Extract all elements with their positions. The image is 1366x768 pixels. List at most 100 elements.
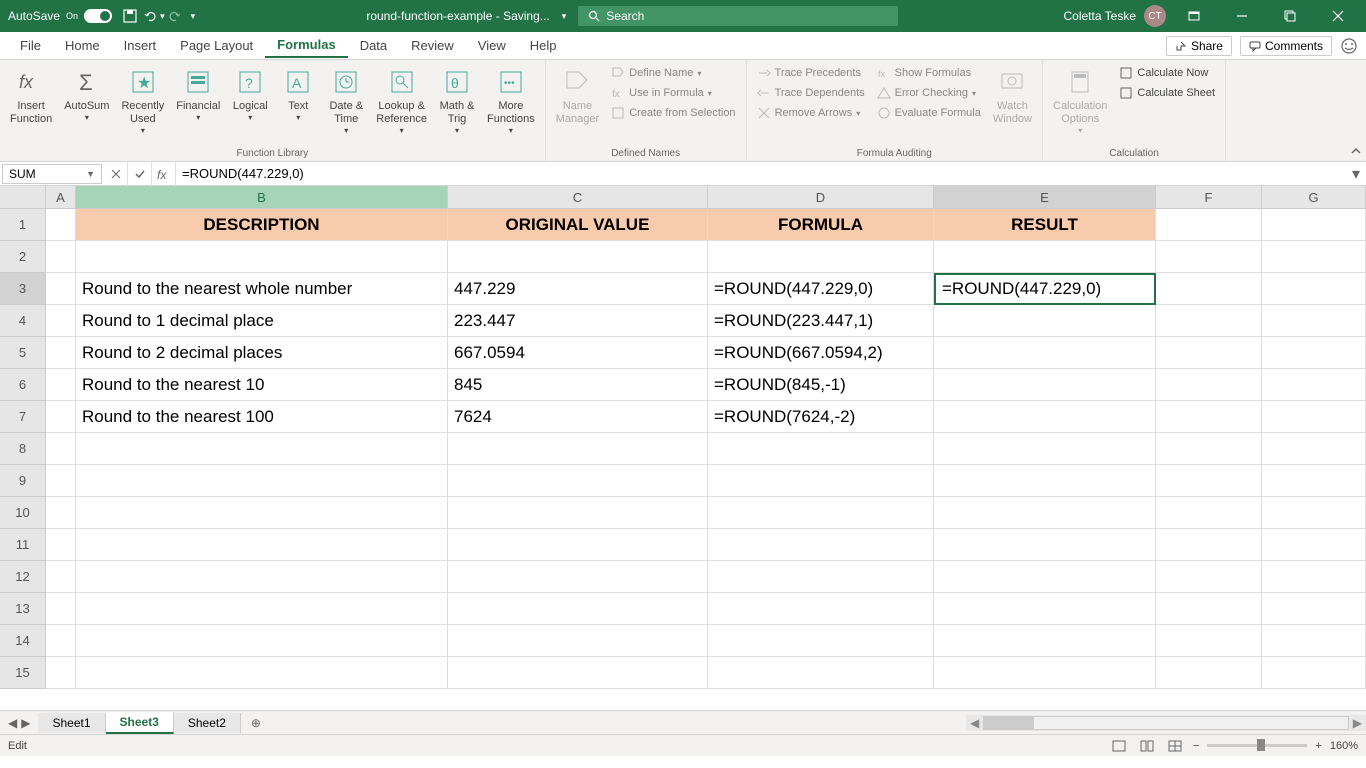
cell[interactable] [934, 337, 1156, 369]
cell[interactable] [46, 337, 76, 369]
tab-page-layout[interactable]: Page Layout [168, 34, 265, 57]
insert-function-fx-button[interactable]: fx [152, 162, 176, 186]
cell[interactable]: RESULT [934, 209, 1156, 241]
cell[interactable] [934, 497, 1156, 529]
tab-insert[interactable]: Insert [112, 34, 169, 57]
cell[interactable] [934, 593, 1156, 625]
sheet-tab-1[interactable]: Sheet1 [38, 713, 105, 733]
cell[interactable] [46, 625, 76, 657]
cell[interactable]: 223.447 [448, 305, 708, 337]
cell[interactable] [1156, 209, 1262, 241]
zoom-out-button[interactable]: − [1193, 740, 1199, 752]
cell[interactable] [1262, 369, 1366, 401]
cell[interactable]: Round to the nearest whole number [76, 273, 448, 305]
cell[interactable] [1156, 625, 1262, 657]
cell[interactable] [1156, 273, 1262, 305]
cell[interactable]: =ROUND(7624,-2) [708, 401, 934, 433]
sheet-nav[interactable]: ◀▶ [0, 716, 38, 730]
cell[interactable] [1156, 529, 1262, 561]
cell[interactable] [448, 561, 708, 593]
cancel-formula-button[interactable] [104, 162, 128, 186]
cell[interactable]: =ROUND(223.447,1) [708, 305, 934, 337]
col-header-D[interactable]: D [708, 186, 934, 208]
row-header[interactable]: 1 [0, 209, 46, 241]
undo-icon[interactable] [142, 8, 158, 24]
search-box[interactable]: Search [578, 6, 898, 26]
cell[interactable] [76, 529, 448, 561]
chevron-down-icon[interactable]: ▼ [86, 169, 95, 179]
cell[interactable] [708, 465, 934, 497]
minimize-button[interactable] [1222, 0, 1262, 32]
row-header[interactable]: 4 [0, 305, 46, 337]
comments-button[interactable]: Comments [1240, 36, 1332, 56]
cell[interactable] [1262, 625, 1366, 657]
cell[interactable] [46, 593, 76, 625]
cell[interactable] [934, 241, 1156, 273]
col-header-B[interactable]: B [76, 186, 448, 208]
insert-function-button[interactable]: fxInsert Function [6, 64, 56, 138]
expand-formula-bar-icon[interactable]: ▾ [1346, 164, 1366, 184]
col-header-A[interactable]: A [46, 186, 76, 208]
col-header-F[interactable]: F [1156, 186, 1262, 208]
select-all-corner[interactable] [0, 186, 46, 208]
cell[interactable] [46, 241, 76, 273]
cell[interactable] [1262, 209, 1366, 241]
text-button[interactable]: AText▾ [276, 64, 320, 138]
cell[interactable] [708, 241, 934, 273]
horizontal-scrollbar[interactable]: ◀▶ [966, 715, 1366, 731]
calculate-now-button[interactable]: Calculate Now [1115, 64, 1219, 82]
cell[interactable] [934, 625, 1156, 657]
cell[interactable] [46, 561, 76, 593]
cell[interactable] [1156, 465, 1262, 497]
cell[interactable] [46, 369, 76, 401]
enter-formula-button[interactable] [128, 162, 152, 186]
page-layout-view-icon[interactable] [1137, 738, 1157, 754]
formula-input[interactable] [176, 164, 1346, 184]
cell[interactable] [1156, 369, 1262, 401]
tab-file[interactable]: File [8, 34, 53, 57]
autosave-toggle[interactable]: AutoSave On [0, 9, 120, 23]
tab-data[interactable]: Data [348, 34, 399, 57]
page-break-view-icon[interactable] [1165, 738, 1185, 754]
row-header[interactable]: 2 [0, 241, 46, 273]
collapse-ribbon-icon[interactable] [1346, 141, 1366, 161]
cell[interactable] [1262, 401, 1366, 433]
cell[interactable] [448, 497, 708, 529]
cell[interactable] [1156, 305, 1262, 337]
sheet-next-icon[interactable]: ▶ [21, 716, 30, 730]
cell[interactable]: Round to 2 decimal places [76, 337, 448, 369]
cell[interactable] [1156, 593, 1262, 625]
cell[interactable] [934, 433, 1156, 465]
cell[interactable] [46, 273, 76, 305]
cell[interactable] [1262, 497, 1366, 529]
row-header[interactable]: 13 [0, 593, 46, 625]
cell[interactable] [934, 465, 1156, 497]
row-header[interactable]: 11 [0, 529, 46, 561]
share-button[interactable]: Share [1166, 36, 1232, 56]
cell[interactable]: Round to the nearest 10 [76, 369, 448, 401]
cell[interactable] [448, 625, 708, 657]
zoom-in-button[interactable]: + [1315, 740, 1321, 752]
cell[interactable]: =ROUND(667.0594,2) [708, 337, 934, 369]
tab-formulas[interactable]: Formulas [265, 33, 348, 58]
cell[interactable] [448, 433, 708, 465]
sheet-tab-3[interactable]: Sheet2 [174, 713, 241, 733]
calculate-sheet-button[interactable]: Calculate Sheet [1115, 84, 1219, 102]
cell[interactable] [46, 401, 76, 433]
cell[interactable] [448, 529, 708, 561]
cell[interactable] [1262, 529, 1366, 561]
cell[interactable]: 7624 [448, 401, 708, 433]
recently-used-button[interactable]: ★Recently Used▾ [117, 64, 168, 138]
row-header[interactable]: 6 [0, 369, 46, 401]
cell[interactable] [76, 497, 448, 529]
name-box[interactable]: SUM▼ [2, 164, 102, 184]
tab-review[interactable]: Review [399, 34, 466, 57]
cell[interactable] [934, 369, 1156, 401]
cell[interactable] [76, 657, 448, 689]
logical-button[interactable]: ?Logical▾ [228, 64, 272, 138]
cell[interactable] [934, 401, 1156, 433]
cell[interactable]: Round to the nearest 100 [76, 401, 448, 433]
zoom-slider[interactable] [1207, 744, 1307, 747]
row-header[interactable]: 9 [0, 465, 46, 497]
cell[interactable] [46, 529, 76, 561]
